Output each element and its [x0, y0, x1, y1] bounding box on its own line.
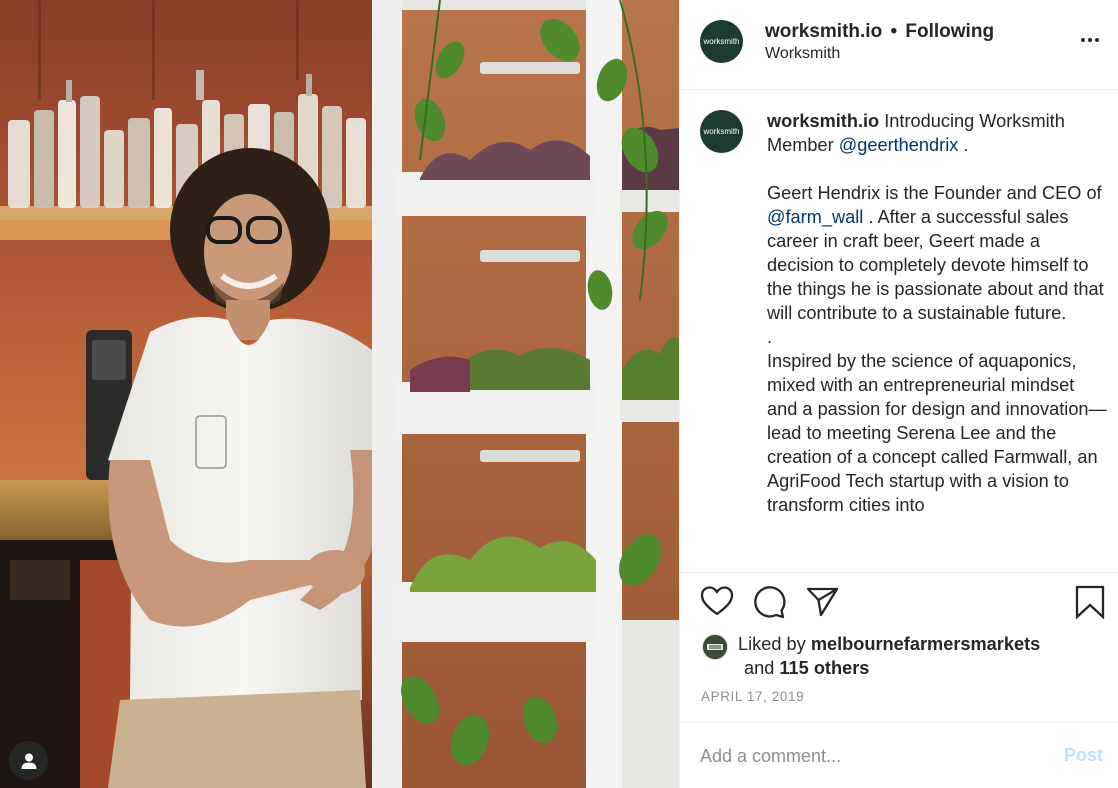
more-options-button[interactable]: [1077, 28, 1103, 52]
likes-line-2: and 115 others: [744, 656, 869, 680]
header-separator: •: [890, 21, 898, 42]
action-bar: [680, 585, 1118, 625]
likes-prefix: Liked by: [738, 634, 806, 654]
more-dots-icon-dot: [1095, 38, 1099, 42]
likes-others-link[interactable]: 115 others: [779, 658, 869, 678]
post-header: worksmith worksmith.io • Following Works…: [680, 0, 1118, 90]
user-tag-icon: [21, 753, 36, 769]
liker-username[interactable]: melbournefarmersmarkets: [811, 634, 1040, 654]
comment-bar: Post: [680, 722, 1118, 788]
post-comment-button[interactable]: Post: [1064, 745, 1103, 766]
avatar-text: worksmith: [703, 37, 740, 46]
account-avatar[interactable]: worksmith: [700, 20, 743, 63]
liker-avatar-image: [703, 635, 727, 659]
post-photo[interactable]: [0, 0, 679, 788]
caption-paragraph-2: Geert Hendrix is the Founder and CEO of …: [767, 181, 1107, 325]
following-button[interactable]: Following: [905, 21, 994, 42]
more-dots-icon-dot: [1088, 38, 1092, 42]
caption-intro-end: .: [963, 135, 969, 155]
post-date[interactable]: APRIL 17, 2019: [701, 689, 804, 704]
post-image: [0, 0, 679, 788]
more-dots-icon: [1081, 38, 1085, 42]
caption-paragraph-3: Inspired by the science of aquaponics, m…: [767, 351, 1107, 515]
avatar-text: worksmith: [703, 127, 740, 136]
comment-input[interactable]: [700, 743, 1040, 769]
caption-area[interactable]: worksmith worksmith.io Introducing Works…: [680, 91, 1118, 573]
user-tags-button[interactable]: [9, 741, 48, 780]
share-button[interactable]: [806, 585, 840, 622]
heart-icon: [700, 586, 734, 616]
caption-text: worksmith.io Introducing Worksmith Membe…: [767, 109, 1107, 517]
liker-avatar[interactable]: [702, 634, 728, 660]
paper-plane-icon: [806, 587, 839, 617]
mention-geerthendrix[interactable]: @geerthendrix: [839, 135, 959, 155]
post-details-panel: worksmith worksmith.io • Following Works…: [679, 0, 1118, 788]
caption-dot: .: [767, 327, 773, 347]
caption-avatar[interactable]: worksmith: [700, 110, 743, 153]
bookmark-icon: [1075, 585, 1105, 620]
post-location[interactable]: Worksmith: [765, 45, 840, 63]
header-username[interactable]: worksmith.io: [765, 21, 882, 42]
save-button[interactable]: [1075, 585, 1105, 624]
caption-username[interactable]: worksmith.io: [767, 111, 879, 131]
caption-p2-before: Geert Hendrix is the Founder and CEO of: [767, 183, 1102, 203]
comment-button[interactable]: [752, 585, 786, 624]
like-button[interactable]: [700, 585, 734, 622]
likes-and: and: [744, 658, 775, 678]
mention-farm-wall[interactable]: @farm_wall: [767, 207, 863, 227]
likes-line-1: Liked by melbournefarmersmarkets: [738, 632, 1040, 656]
header-username-line: worksmith.io • Following: [765, 21, 994, 43]
comment-bubble-icon: [754, 586, 786, 619]
caption-intro: worksmith.io Introducing Worksmith Membe…: [767, 109, 1107, 157]
